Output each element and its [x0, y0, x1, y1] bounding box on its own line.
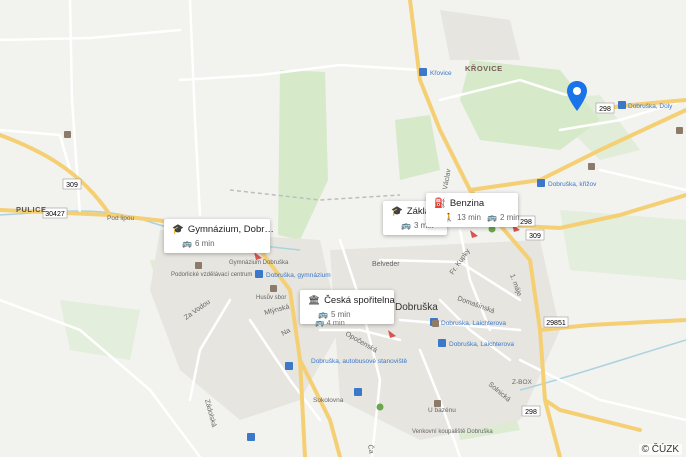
fuel-icon: ⛽: [434, 198, 446, 209]
street-vaclav: Václav: [442, 168, 453, 190]
place-pod-lipou: Pod lipou: [107, 215, 134, 222]
bank-icon: 🏛: [308, 295, 321, 306]
stop-dobruska-gymnazium: Dobruška, gymnázium: [266, 272, 331, 279]
road-309-label: 309: [529, 233, 541, 240]
card-gymnazium[interactable]: 🎓 Gymnázium, Dobr… 🚌 6 min: [164, 219, 274, 253]
stop-dobruska-krovice: Dobruška, křižov: [548, 181, 597, 188]
road-30427-label: 30427: [45, 211, 65, 218]
stop-autobusove: Dobruška, autobusové stanoviště: [311, 358, 407, 365]
place-krovice: KŘOVICE: [465, 64, 503, 73]
place-podorlicke: Podorlické vzdělávací centrum: [171, 272, 252, 278]
street-ca: Ča: [366, 444, 376, 454]
school-icon: 🎓: [172, 224, 184, 235]
street-zadolska: Zádolská: [203, 399, 217, 428]
card-title: Česká spořitelna: [324, 295, 395, 306]
place-u-bazenu: U bazénu: [428, 407, 456, 414]
place-pulice: PULICE: [16, 205, 47, 214]
partial-time-text: 4 min: [326, 318, 345, 327]
stop-krovice: Křovice: [430, 70, 452, 77]
partial-card-time: 🚌 4 min: [315, 318, 345, 327]
card-benzina[interactable]: ⛽ Benzina 🚶 13 min 🚌 2 min: [426, 193, 520, 227]
card-bus-time: 2 min: [499, 213, 520, 222]
place-husuv-sbor: Husův sbor: [256, 294, 286, 301]
street-belveder: Belveder: [372, 261, 400, 268]
walk-icon: 🚶: [444, 213, 454, 222]
place-dobruska: Dobruška: [395, 302, 438, 313]
card-time: 6 min: [194, 239, 215, 248]
location-pin-icon[interactable]: [566, 80, 588, 112]
copyright: © ČÚZK: [638, 444, 682, 455]
stop-dobruska-doly: Dobruška, Doly: [628, 103, 673, 110]
bus-icon: 🚌: [486, 213, 497, 222]
road-298-label: 298: [599, 106, 611, 113]
stop-laichterova-2: Dobruška, Laichterova: [449, 341, 514, 348]
road-298-label: 298: [525, 409, 537, 416]
school-icon: 🎓: [391, 206, 403, 217]
place-sokolovna: Sokolovna: [313, 397, 344, 404]
map-canvas[interactable]: 309 30427 298 298 309 29851 298 KŘOVICE …: [0, 0, 686, 457]
bus-icon: 🚌: [401, 221, 411, 230]
bus-icon: 🚌: [315, 318, 325, 327]
place-gymnazium: Gymnázium Dobruška: [229, 260, 289, 266]
road-309-label: 309: [66, 182, 78, 189]
road-29851-label: 29851: [546, 320, 566, 327]
bus-icon: 🚌: [182, 239, 192, 248]
stop-laichterova-1: Dobruška, Laichterova: [441, 320, 506, 327]
card-walk-time: 13 min: [456, 213, 481, 222]
place-z-box: Z-BOX: [512, 379, 533, 386]
road-298-label: 298: [520, 219, 532, 226]
place-koupaliste: Venkovní koupaliště Dobruška: [412, 429, 493, 435]
card-title: Benzina: [449, 198, 485, 209]
card-title: Gymnázium, Dobr…: [187, 224, 274, 235]
